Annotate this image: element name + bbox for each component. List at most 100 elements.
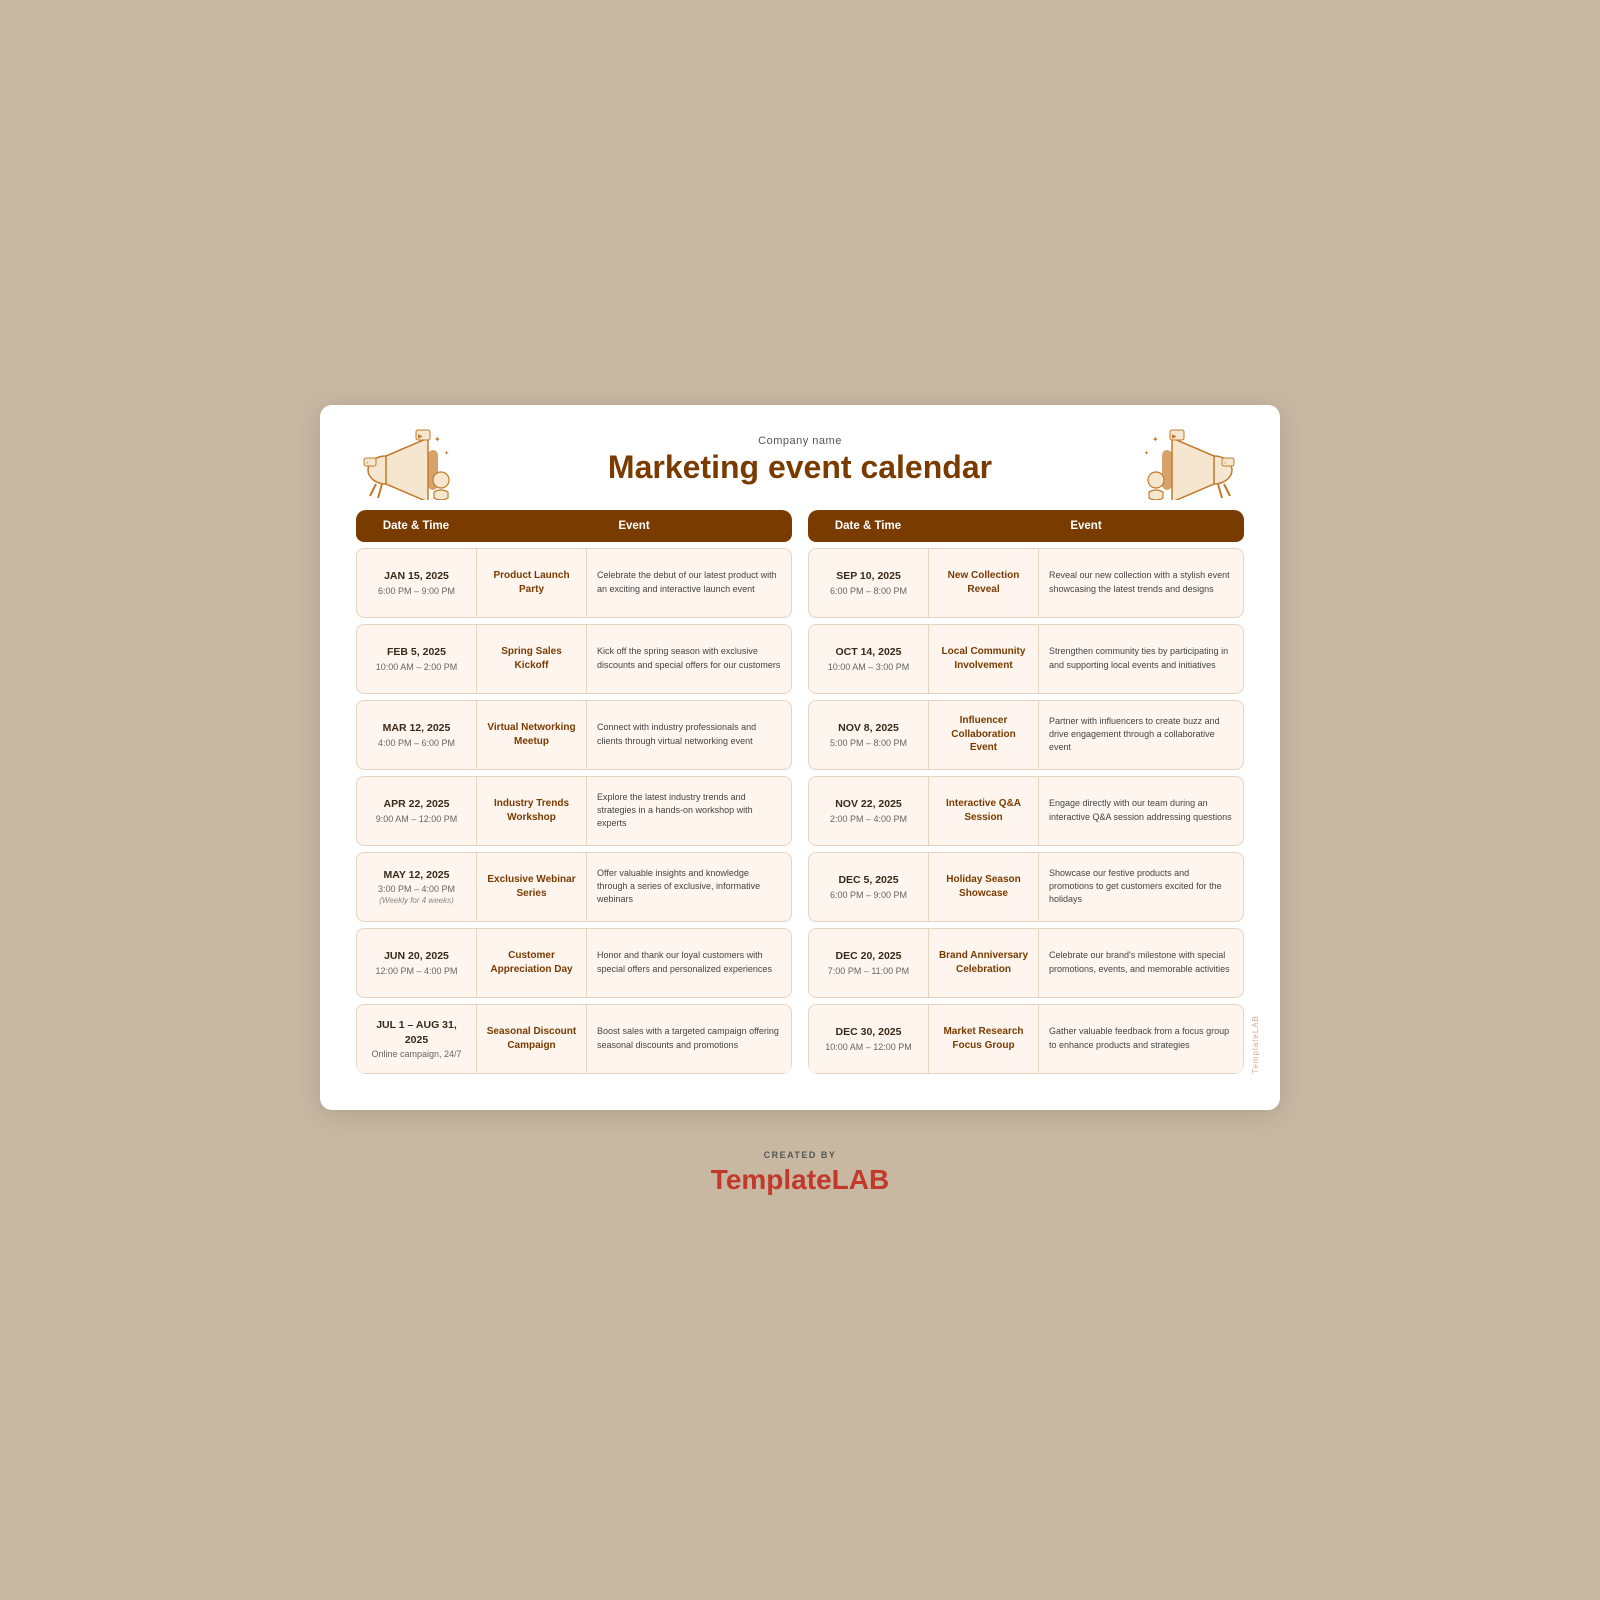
cell-event-name: New Collection Reveal bbox=[929, 549, 1039, 617]
footer-lab: LAB bbox=[832, 1164, 890, 1195]
event-name: Market Research Focus Group bbox=[937, 1025, 1030, 1052]
table-row: DEC 30, 2025 10:00 AM – 12:00 PM Market … bbox=[808, 1004, 1244, 1074]
right-event-col-header: Event bbox=[928, 510, 1244, 542]
cell-event-desc: Honor and thank our loyal customers with… bbox=[587, 929, 791, 997]
event-name: Customer Appreciation Day bbox=[485, 949, 578, 976]
date-time: 7:00 PM – 11:00 PM bbox=[817, 966, 920, 976]
cell-event-desc: Celebrate the debut of our latest produc… bbox=[587, 549, 791, 617]
table-row: NOV 22, 2025 2:00 PM – 4:00 PM Interacti… bbox=[808, 776, 1244, 846]
left-date-col-header: Date & Time bbox=[356, 510, 476, 542]
cell-event-name: Seasonal Discount Campaign bbox=[477, 1005, 587, 1073]
left-decoration-icon: ✦ ✦ ▶ ♪ bbox=[356, 420, 466, 500]
left-rows-container: JAN 15, 2025 6:00 PM – 9:00 PM Product L… bbox=[356, 548, 792, 1074]
svg-text:✦: ✦ bbox=[444, 450, 449, 457]
event-desc: Showcase our festive products and promot… bbox=[1049, 867, 1233, 906]
cell-event-desc: Connect with industry professionals and … bbox=[587, 701, 791, 769]
cell-event-desc: Boost sales with a targeted campaign off… bbox=[587, 1005, 791, 1073]
cell-event-name: Industry Trends Workshop bbox=[477, 777, 587, 845]
left-table-header: Date & Time Event bbox=[356, 510, 792, 542]
svg-text:✦: ✦ bbox=[434, 435, 441, 444]
svg-text:✦: ✦ bbox=[1144, 450, 1149, 457]
table-row: MAY 12, 2025 3:00 PM – 4:00 PM (Weekly f… bbox=[356, 852, 792, 922]
cell-event-name: Influencer Collaboration Event bbox=[929, 701, 1039, 769]
svg-text:▶: ▶ bbox=[1172, 434, 1177, 440]
cell-event-desc: Engage directly with our team during an … bbox=[1039, 777, 1243, 845]
calendar-page: ✦ ✦ ▶ ♪ Company name Marketing event cal… bbox=[320, 405, 1280, 1110]
event-desc: Celebrate our brand's milestone with spe… bbox=[1049, 949, 1233, 975]
watermark: TemplateLAB bbox=[1251, 1015, 1260, 1074]
date-main: APR 22, 2025 bbox=[365, 797, 468, 812]
date-main: FEB 5, 2025 bbox=[365, 645, 468, 660]
cell-event-name: Product Launch Party bbox=[477, 549, 587, 617]
cell-date: JAN 15, 2025 6:00 PM – 9:00 PM bbox=[357, 549, 477, 617]
date-time: 6:00 PM – 9:00 PM bbox=[817, 890, 920, 900]
cell-date: OCT 14, 2025 10:00 AM – 3:00 PM bbox=[809, 625, 929, 693]
right-rows-container: SEP 10, 2025 6:00 PM – 8:00 PM New Colle… bbox=[808, 548, 1244, 1074]
table-row: JUN 20, 2025 12:00 PM – 4:00 PM Customer… bbox=[356, 928, 792, 998]
cell-date: MAR 12, 2025 4:00 PM – 6:00 PM bbox=[357, 701, 477, 769]
date-time: 10:00 AM – 3:00 PM bbox=[817, 662, 920, 672]
cell-event-name: Spring Sales Kickoff bbox=[477, 625, 587, 693]
event-name: Virtual Networking Meetup bbox=[485, 721, 578, 748]
footer-brand: TemplateLAB bbox=[711, 1164, 889, 1196]
table-row: MAR 12, 2025 4:00 PM – 6:00 PM Virtual N… bbox=[356, 700, 792, 770]
cell-date: NOV 22, 2025 2:00 PM – 4:00 PM bbox=[809, 777, 929, 845]
table-row: FEB 5, 2025 10:00 AM – 2:00 PM Spring Sa… bbox=[356, 624, 792, 694]
cell-event-desc: Kick off the spring season with exclusiv… bbox=[587, 625, 791, 693]
date-main: DEC 20, 2025 bbox=[817, 949, 920, 964]
table-row: SEP 10, 2025 6:00 PM – 8:00 PM New Colle… bbox=[808, 548, 1244, 618]
table-row: APR 22, 2025 9:00 AM – 12:00 PM Industry… bbox=[356, 776, 792, 846]
event-name: Industry Trends Workshop bbox=[485, 797, 578, 824]
event-desc: Celebrate the debut of our latest produc… bbox=[597, 569, 781, 595]
svg-text:▶: ▶ bbox=[418, 434, 423, 440]
date-main: NOV 8, 2025 bbox=[817, 721, 920, 736]
event-name: Seasonal Discount Campaign bbox=[485, 1025, 578, 1052]
cell-event-name: Holiday Season Showcase bbox=[929, 853, 1039, 921]
event-name: New Collection Reveal bbox=[937, 569, 1030, 596]
date-time: 5:00 PM – 8:00 PM bbox=[817, 738, 920, 748]
date-main: JUL 1 – AUG 31, 2025 bbox=[365, 1018, 468, 1047]
cell-event-desc: Reveal our new collection with a stylish… bbox=[1039, 549, 1243, 617]
date-time: 10:00 AM – 2:00 PM bbox=[365, 662, 468, 672]
header: ✦ ✦ ▶ ♪ Company name Marketing event cal… bbox=[356, 435, 1244, 486]
event-desc: Offer valuable insights and knowledge th… bbox=[597, 867, 781, 906]
cell-event-name: Interactive Q&A Session bbox=[929, 777, 1039, 845]
cell-date: FEB 5, 2025 10:00 AM – 2:00 PM bbox=[357, 625, 477, 693]
cell-date: NOV 8, 2025 5:00 PM – 8:00 PM bbox=[809, 701, 929, 769]
cell-event-desc: Strengthen community ties by participati… bbox=[1039, 625, 1243, 693]
event-desc: Gather valuable feedback from a focus gr… bbox=[1049, 1025, 1233, 1051]
event-desc: Kick off the spring season with exclusiv… bbox=[597, 645, 781, 671]
right-table-header: Date & Time Event bbox=[808, 510, 1244, 542]
footer-template: Template bbox=[711, 1164, 832, 1195]
cell-date: JUN 20, 2025 12:00 PM – 4:00 PM bbox=[357, 929, 477, 997]
event-name: Spring Sales Kickoff bbox=[485, 645, 578, 672]
date-time: 9:00 AM – 12:00 PM bbox=[365, 814, 468, 824]
date-time: 4:00 PM – 6:00 PM bbox=[365, 738, 468, 748]
event-desc: Engage directly with our team during an … bbox=[1049, 797, 1233, 823]
event-desc: Connect with industry professionals and … bbox=[597, 721, 781, 747]
cell-date: DEC 5, 2025 6:00 PM – 9:00 PM bbox=[809, 853, 929, 921]
cell-event-desc: Gather valuable feedback from a focus gr… bbox=[1039, 1005, 1243, 1073]
footer-created-by: CREATED BY bbox=[711, 1150, 889, 1160]
cell-date: APR 22, 2025 9:00 AM – 12:00 PM bbox=[357, 777, 477, 845]
event-name: Holiday Season Showcase bbox=[937, 873, 1030, 900]
date-main: MAY 12, 2025 bbox=[365, 868, 468, 883]
footer: CREATED BY TemplateLAB bbox=[711, 1150, 889, 1196]
event-desc: Partner with influencers to create buzz … bbox=[1049, 715, 1233, 754]
table-row: NOV 8, 2025 5:00 PM – 8:00 PM Influencer… bbox=[808, 700, 1244, 770]
cell-event-desc: Explore the latest industry trends and s… bbox=[587, 777, 791, 845]
date-main: SEP 10, 2025 bbox=[817, 569, 920, 584]
event-desc: Reveal our new collection with a stylish… bbox=[1049, 569, 1233, 595]
event-desc: Boost sales with a targeted campaign off… bbox=[597, 1025, 781, 1051]
date-time: 6:00 PM – 9:00 PM bbox=[365, 586, 468, 596]
cell-event-name: Customer Appreciation Day bbox=[477, 929, 587, 997]
date-time: 3:00 PM – 4:00 PM bbox=[365, 884, 468, 894]
left-event-col-header: Event bbox=[476, 510, 792, 542]
date-main: DEC 30, 2025 bbox=[817, 1025, 920, 1040]
date-main: NOV 22, 2025 bbox=[817, 797, 920, 812]
event-name: Local Community Involvement bbox=[937, 645, 1030, 672]
cell-date: SEP 10, 2025 6:00 PM – 8:00 PM bbox=[809, 549, 929, 617]
table-row: OCT 14, 2025 10:00 AM – 3:00 PM Local Co… bbox=[808, 624, 1244, 694]
date-main: MAR 12, 2025 bbox=[365, 721, 468, 736]
event-name: Interactive Q&A Session bbox=[937, 797, 1030, 824]
